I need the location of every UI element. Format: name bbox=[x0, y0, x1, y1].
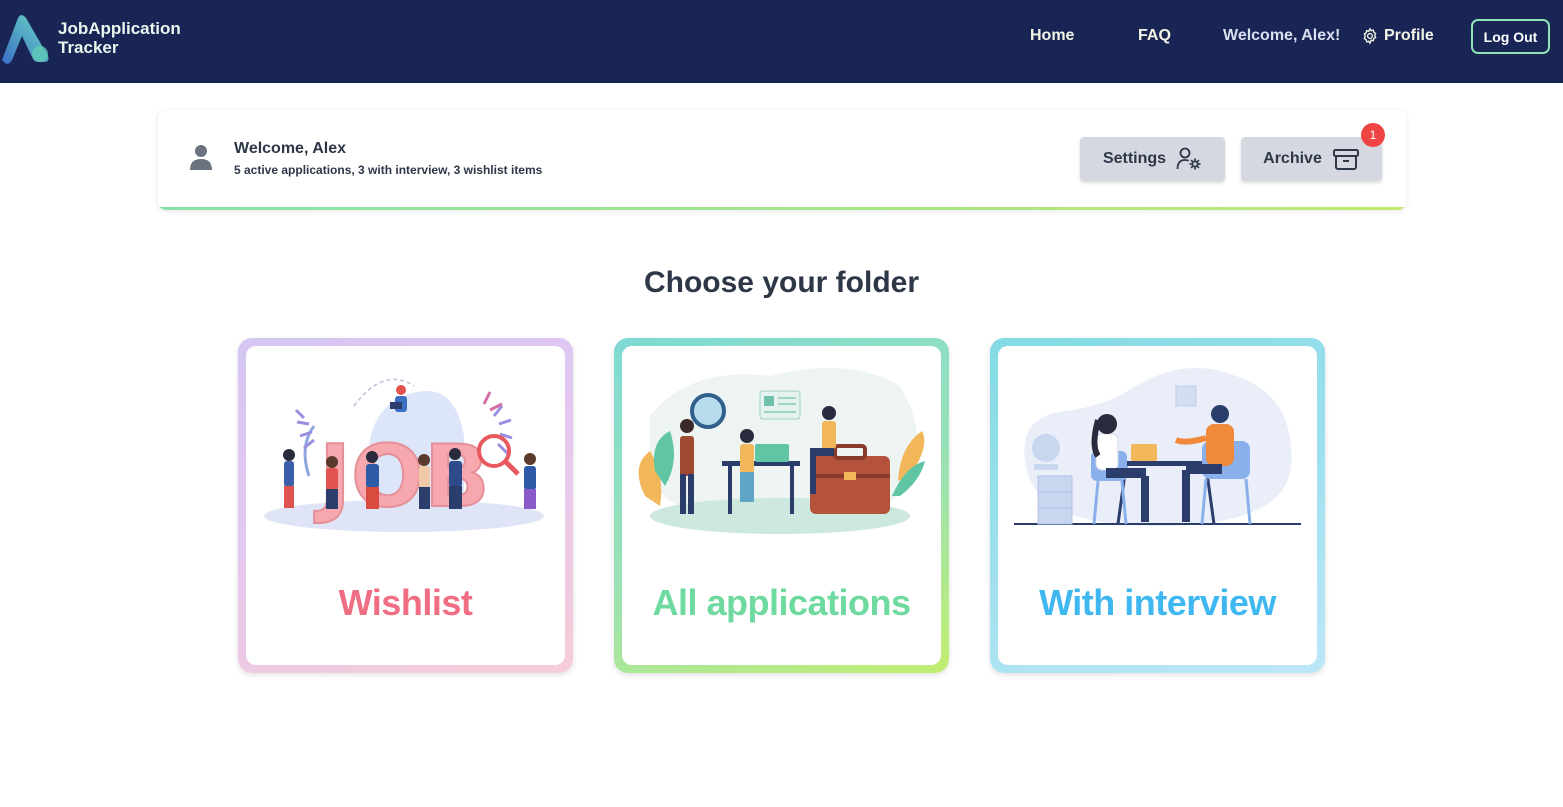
folder-label-with-interview: With interview bbox=[1039, 582, 1276, 623]
user-settings-icon bbox=[1176, 147, 1201, 170]
job-search-illustration: JOB bbox=[264, 378, 544, 532]
welcome-summary: 5 active applications, 3 with interview,… bbox=[234, 163, 543, 177]
logout-button[interactable]: Log Out bbox=[1471, 19, 1550, 54]
top-navbar: JobApplication Tracker Home FAQ Welcome,… bbox=[0, 0, 1563, 83]
nav-faq-link[interactable]: FAQ bbox=[1138, 27, 1171, 45]
brand[interactable]: JobApplication Tracker bbox=[0, 10, 181, 66]
brand-name: JobApplication Tracker bbox=[58, 19, 181, 57]
archive-count-badge: 1 bbox=[1361, 123, 1385, 147]
app-logo-icon bbox=[2, 15, 49, 64]
welcome-card: Welcome, Alex 5 active applications, 3 w… bbox=[158, 110, 1406, 210]
gear-icon bbox=[1363, 27, 1377, 45]
settings-button[interactable]: Settings bbox=[1080, 137, 1225, 181]
welcome-title: Welcome, Alex bbox=[234, 140, 347, 157]
folder-card-with-interview[interactable]: With interview bbox=[990, 338, 1325, 673]
page-heading: Choose your folder bbox=[643, 266, 920, 299]
archive-box-icon bbox=[1332, 149, 1359, 170]
office-work-illustration bbox=[638, 368, 925, 534]
folder-card-all-applications[interactable]: All applications bbox=[614, 338, 949, 673]
folder-card-wishlist[interactable]: JOB Wishlist bbox=[238, 338, 573, 673]
archive-button[interactable]: Archive bbox=[1241, 137, 1382, 181]
nav-welcome-text: Welcome, Alex! bbox=[1223, 27, 1341, 44]
folder-label-wishlist: Wishlist bbox=[338, 582, 473, 623]
svg-text:JOB: JOB bbox=[314, 427, 490, 527]
folder-label-all-applications: All applications bbox=[652, 582, 911, 623]
folder-card-inner: All applications bbox=[622, 346, 941, 665]
archive-button-label: Archive bbox=[1263, 150, 1322, 167]
nav-home-link[interactable]: Home bbox=[1030, 27, 1074, 45]
nav-profile-label: Profile bbox=[1384, 27, 1434, 44]
folder-card-inner: JOB Wishlist bbox=[246, 346, 565, 665]
interview-illustration bbox=[1014, 368, 1301, 526]
brand-line-2: Tracker bbox=[58, 38, 119, 57]
settings-button-label: Settings bbox=[1102, 150, 1167, 167]
folder-card-inner: With interview bbox=[998, 346, 1317, 665]
brand-line-1: JobApplication bbox=[58, 19, 181, 38]
user-icon bbox=[190, 145, 212, 170]
nav-profile-link[interactable]: Profile bbox=[1361, 27, 1434, 45]
